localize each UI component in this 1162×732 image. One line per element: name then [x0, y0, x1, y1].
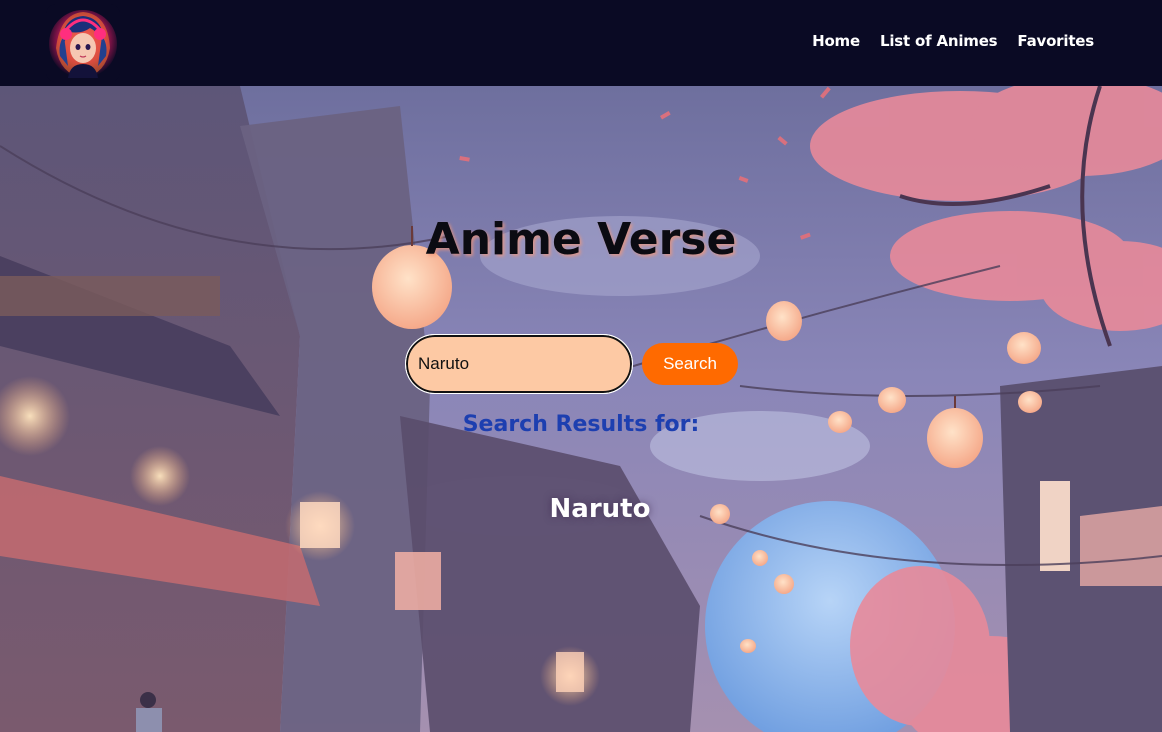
search-result-item[interactable]: Naruto	[0, 494, 1162, 524]
search-input[interactable]	[405, 334, 633, 394]
search-results-heading: Search Results for:	[462, 412, 700, 437]
search-form: Search	[405, 334, 738, 394]
nav-links: Home List of Animes Favorites	[812, 32, 1094, 50]
nav-favorites-link[interactable]: Favorites	[1017, 32, 1094, 50]
search-button[interactable]: Search	[642, 343, 738, 385]
page-title: Anime Verse	[425, 214, 737, 265]
anime-street-background-image	[0, 86, 1162, 732]
navbar: Home List of Animes Favorites	[0, 0, 1162, 86]
nav-list-of-animes-link[interactable]: List of Animes	[880, 32, 998, 50]
hero-section: Anime Verse Search Search Results for: N…	[0, 86, 1162, 732]
anime-girl-avatar-icon[interactable]	[46, 4, 120, 82]
nav-home-link[interactable]: Home	[812, 32, 860, 50]
page: Home List of Animes Favorites Anime Vers…	[0, 0, 1162, 732]
